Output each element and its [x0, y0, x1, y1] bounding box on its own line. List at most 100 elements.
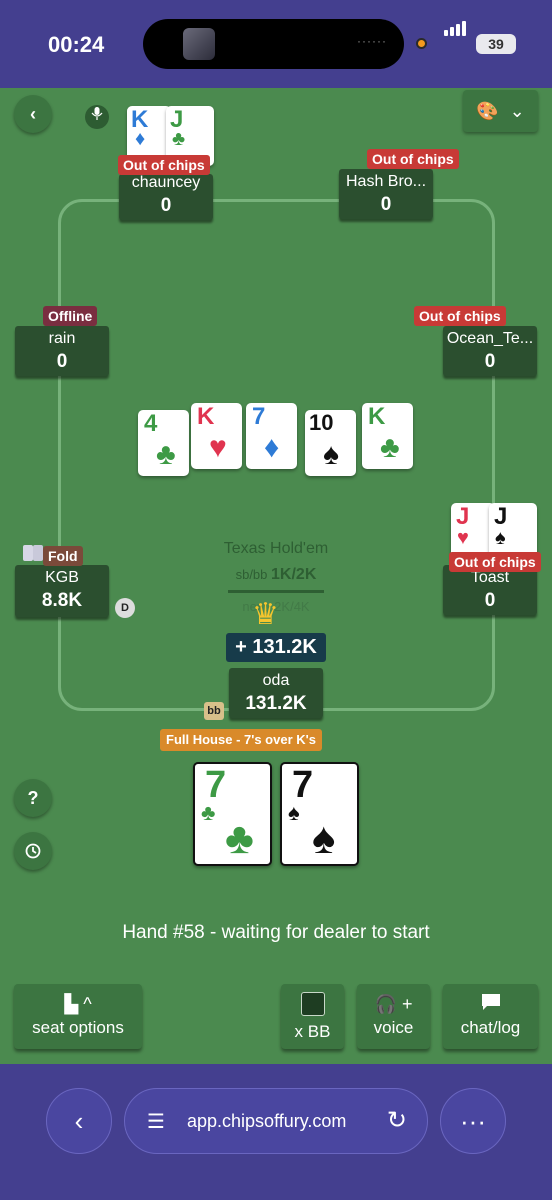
more-button[interactable]: ···: [440, 1088, 506, 1154]
checkbox-icon: [300, 992, 325, 1016]
seat-options-button[interactable]: ▙ ^ seat options: [14, 984, 142, 1049]
seat-ocean[interactable]: Ocean_Te... 0: [443, 326, 537, 376]
island-waveform-icon: ······: [357, 34, 387, 48]
back-icon: ‹: [74, 1106, 84, 1136]
spade-icon: ♠: [288, 800, 300, 825]
game-type: Texas Hold'em: [223, 540, 329, 557]
back-button[interactable]: ‹: [14, 95, 52, 133]
seat-toast[interactable]: Toast 0: [443, 565, 537, 615]
blinds-value: 1K/2K: [271, 566, 317, 583]
url-text: app.chipsoffury.com: [187, 1111, 347, 1131]
hand-rank-label: Full House - 7's over K's: [160, 729, 322, 751]
card-rank: 4: [144, 410, 158, 437]
page-icon: ☰: [147, 1111, 165, 1133]
status-badge: Out of chips: [449, 552, 541, 572]
big-blind-marker: bb: [204, 702, 224, 720]
clock: 00:24: [48, 32, 105, 57]
x-bb-button[interactable]: x BB: [281, 984, 344, 1049]
dealer-button: D: [115, 598, 135, 618]
diamond-icon: ♦: [135, 128, 146, 150]
seat-rain[interactable]: rain 0: [15, 326, 109, 376]
status-badge: Out of chips: [118, 155, 210, 175]
player-name: Hash Bro...: [345, 173, 427, 190]
hero-card: 7 ♣ ♣: [193, 762, 272, 866]
chevron-down-icon: ⌄: [509, 101, 525, 121]
player-name: chauncey: [131, 174, 201, 191]
plus-icon: +: [401, 994, 413, 1014]
address-bar[interactable]: ☰ app.chipsoffury.com ↻: [124, 1088, 428, 1154]
status-bar: 00:24 ······ 39: [0, 0, 552, 88]
card-rank: K: [197, 403, 215, 430]
seat-oda[interactable]: oda 131.2K: [229, 668, 323, 718]
heart-icon: ♥: [457, 527, 469, 549]
player-chips: 8.8K: [41, 590, 83, 611]
status-badge: Out of chips: [414, 306, 506, 326]
folded-card: [33, 545, 43, 561]
club-icon: ♣: [380, 431, 400, 464]
voice-label: voice: [373, 1018, 414, 1037]
player-chips: 0: [380, 194, 392, 215]
palette-icon: 🎨: [476, 101, 499, 121]
blinds-row: sb/bb 1K/2K: [200, 566, 352, 584]
heart-icon: ♥: [209, 431, 227, 464]
community-card: K ♥: [191, 403, 242, 469]
hero-card: 7 ♠ ♠: [280, 762, 359, 866]
help-button[interactable]: ?: [14, 779, 52, 817]
player-name: KGB: [45, 569, 79, 586]
recording-indicator: [416, 38, 427, 49]
theme-button[interactable]: 🎨 ⌄: [463, 90, 538, 132]
community-card: K ♣: [362, 403, 413, 469]
blind-timer-bar: [228, 590, 324, 593]
dynamic-island: ······: [143, 19, 404, 69]
headset-icon: 🎧: [374, 994, 397, 1014]
seat-icon: ▙: [64, 994, 79, 1014]
chat-log-button[interactable]: chat/log: [443, 984, 538, 1049]
more-icon: ···: [460, 1106, 486, 1136]
folded-card: [23, 545, 33, 561]
reload-icon[interactable]: ↻: [387, 1106, 407, 1135]
player-chips: 0: [484, 590, 496, 611]
battery-indicator: 39: [476, 34, 516, 54]
back-icon: ‹: [30, 104, 36, 124]
card-rank: K: [368, 403, 386, 430]
player-chips: 131.2K: [245, 693, 307, 714]
player-chips: 0: [56, 351, 68, 372]
seat-kgb[interactable]: KGB 8.8K: [15, 565, 109, 617]
spade-icon: ♠: [495, 527, 506, 549]
voice-button[interactable]: 🎧 + voice: [357, 984, 430, 1049]
status-badge: Out of chips: [367, 149, 459, 169]
blinds-label: sb/bb: [235, 567, 268, 582]
community-card: 4 ♣: [138, 410, 189, 476]
crown-icon: ♛: [252, 598, 279, 631]
club-icon: ♣: [201, 800, 216, 825]
community-card: 7 ♦: [246, 403, 297, 469]
seat-options-label: seat options: [32, 1018, 124, 1037]
club-icon: ♣: [172, 128, 186, 150]
x-bb-label: x BB: [294, 1022, 331, 1041]
card-rank: 10: [309, 410, 334, 435]
win-amount: + 131.2K: [226, 633, 326, 662]
status-badge: Offline: [43, 306, 98, 326]
spade-icon: ♠: [323, 438, 339, 471]
chat-icon: [443, 992, 538, 1016]
seat-hash-bro[interactable]: Hash Bro... 0: [339, 169, 433, 219]
player-name: Ocean_Te...: [446, 330, 534, 347]
card-rank: 7: [252, 403, 266, 430]
hand-status: Hand #58 - waiting for dealer to start: [122, 922, 430, 943]
mic-icon[interactable]: [85, 105, 109, 129]
seat-chauncey[interactable]: chauncey 0: [119, 174, 213, 220]
browser-toolbar: ‹ ☰ app.chipsoffury.com ↻ ···: [0, 1064, 552, 1200]
player-name: oda: [262, 672, 290, 689]
browser-back-button[interactable]: ‹: [46, 1088, 112, 1154]
chevron-up-icon: ^: [83, 994, 92, 1014]
help-icon: ?: [27, 788, 39, 808]
player-chips: 0: [160, 195, 172, 216]
player-name: rain: [48, 330, 76, 347]
club-icon: ♣: [156, 438, 176, 471]
status-badge: Fold: [43, 546, 83, 566]
chat-log-label: chat/log: [460, 1018, 521, 1037]
history-icon: [25, 843, 41, 859]
island-avatar: [183, 28, 215, 60]
club-icon: ♣: [225, 814, 254, 863]
history-button[interactable]: [14, 832, 52, 870]
